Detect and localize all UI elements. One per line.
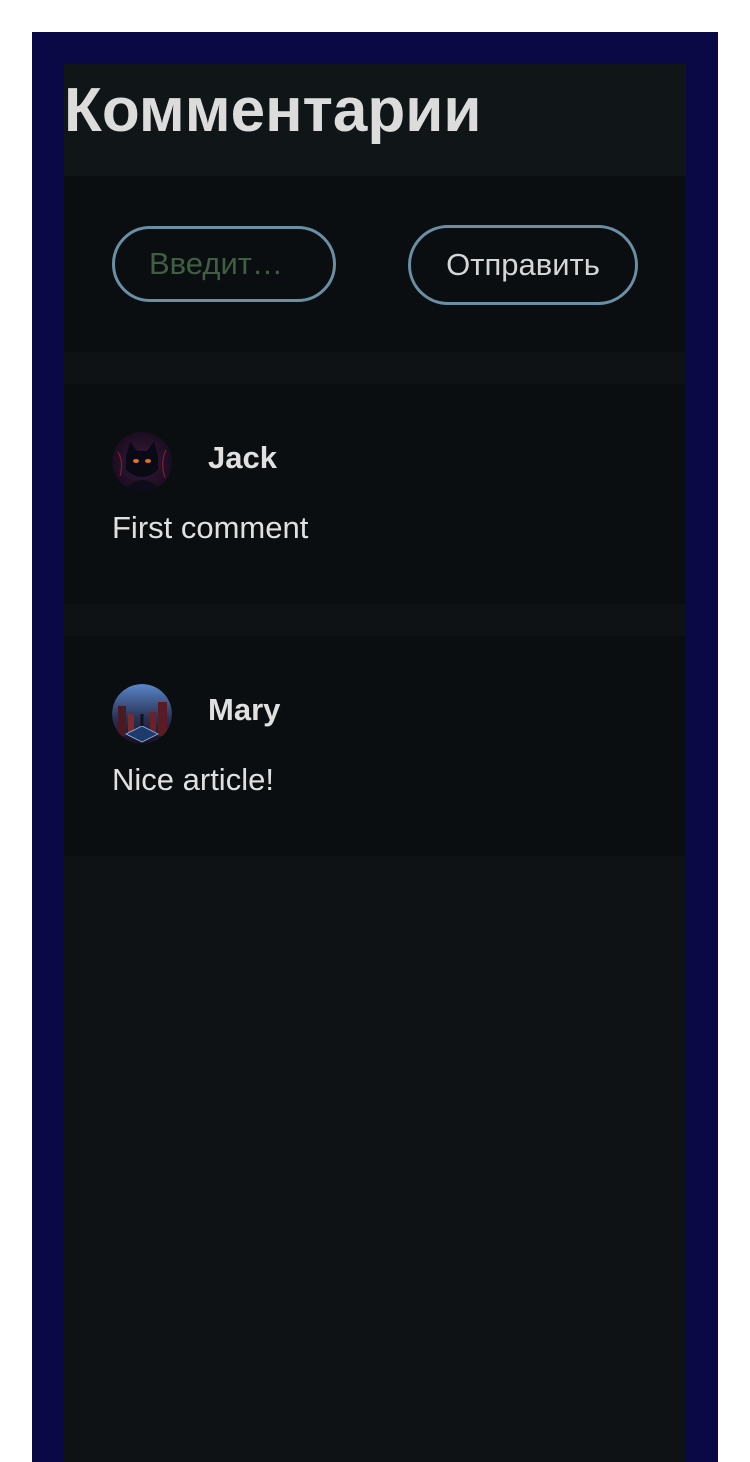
send-button[interactable]: Отправить bbox=[408, 225, 638, 305]
black-cat-avatar-icon bbox=[112, 432, 172, 492]
comment-card: Jack First comment bbox=[64, 384, 686, 604]
app-frame: Комментарии Отправить bbox=[32, 32, 718, 1462]
comment-author: Mary bbox=[208, 692, 281, 727]
comment-form: Отправить bbox=[64, 176, 686, 352]
comment-author: Jack bbox=[208, 440, 277, 475]
comment-input[interactable] bbox=[112, 226, 336, 302]
night-city-avatar-icon bbox=[112, 684, 172, 744]
comment-text: Nice article! bbox=[112, 762, 274, 797]
comment-card: Mary Nice article! bbox=[64, 636, 686, 856]
comments-panel: Комментарии Отправить bbox=[64, 64, 686, 1462]
page-title: Комментарии bbox=[64, 64, 686, 176]
comment-text: First comment bbox=[112, 510, 309, 545]
